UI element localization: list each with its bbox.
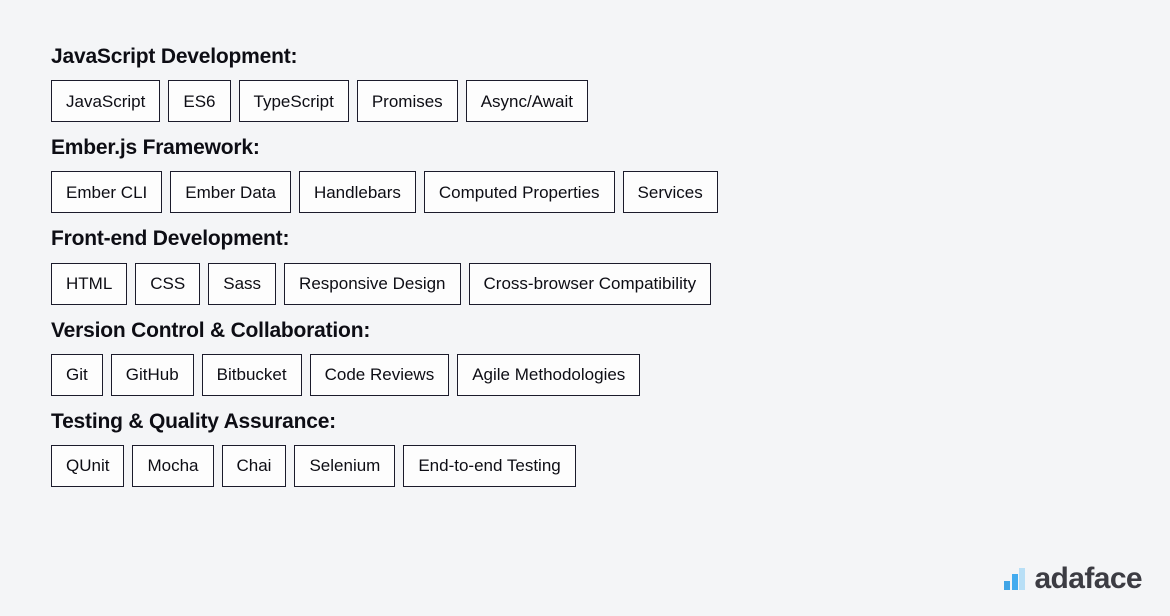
section-heading: Testing & Quality Assurance: bbox=[51, 409, 336, 433]
skill-chip-row: QUnit Mocha Chai Selenium End-to-end Testing bbox=[51, 444, 1150, 487]
bar-chart-bar-3 bbox=[1019, 568, 1026, 590]
bar-chart-bar-1 bbox=[1004, 581, 1011, 590]
bar-chart-icon bbox=[1004, 568, 1026, 590]
bar-chart-bar-2 bbox=[1011, 574, 1018, 590]
skill-chip: GitHub bbox=[110, 353, 194, 396]
skills-board: JavaScript Development: JavaScript ES6 Type… bbox=[51, 44, 1150, 487]
skill-chip-row: Ember CLI Ember Data Handlebars Computed Pr… bbox=[51, 171, 1150, 214]
adaface-logo: adaface bbox=[1004, 562, 1143, 595]
section-heading: Front-end Development: bbox=[51, 227, 290, 251]
brand-wordmark: adaface bbox=[1034, 562, 1142, 595]
skill-chip: Handlebars bbox=[298, 171, 416, 214]
skill-chip: Agile Methodologies bbox=[457, 353, 641, 396]
skill-chip: Git bbox=[51, 353, 103, 396]
skill-chip: CSS bbox=[135, 262, 201, 305]
skill-chip: Async/Await bbox=[465, 80, 588, 123]
skill-chip: Ember Data bbox=[170, 171, 291, 214]
skill-section: JavaScript Development: JavaScript ES6 Type… bbox=[51, 44, 1150, 123]
skill-chip: QUnit bbox=[51, 444, 125, 487]
skill-section: Front-end Development: HTML CSS Sass Respons… bbox=[51, 226, 1150, 305]
skill-chip: Services bbox=[622, 171, 718, 214]
skill-chip: Selenium bbox=[294, 444, 396, 487]
section-heading: Ember.js Framework: bbox=[51, 136, 260, 160]
skill-section: Testing & Quality Assurance: QUnit Mocha Ch… bbox=[51, 409, 1150, 487]
skill-chip: Code Reviews bbox=[309, 353, 450, 396]
skill-chip: Chai bbox=[221, 444, 287, 487]
skill-chip-row: HTML CSS Sass Responsive Design Cross-browse… bbox=[51, 262, 1150, 305]
skill-chip: Bitbucket bbox=[201, 353, 302, 396]
skill-chip: TypeScript bbox=[238, 80, 349, 123]
skill-chip: Computed Properties bbox=[423, 171, 615, 214]
skill-chip: Mocha bbox=[132, 444, 214, 487]
skill-section: Ember.js Framework: Ember CLI Ember Data Ha… bbox=[51, 135, 1150, 214]
skill-chip: Responsive Design bbox=[284, 262, 461, 305]
skill-section: Version Control & Collaboration: Git GitHu… bbox=[51, 318, 1150, 396]
skill-chip: Promises bbox=[356, 80, 458, 123]
skill-chip: Ember CLI bbox=[51, 171, 163, 214]
skill-chip: Cross-browser Compatibility bbox=[468, 262, 712, 305]
skill-chip-row: Git GitHub Bitbucket Code Reviews Agile Meth… bbox=[51, 353, 1150, 396]
skill-chip: JavaScript bbox=[51, 80, 161, 123]
skill-chip-row: JavaScript ES6 TypeScript Promises Async/Awa… bbox=[51, 80, 1150, 123]
skill-chip: End-to-end Testing bbox=[403, 444, 576, 487]
section-heading: JavaScript Development: bbox=[51, 45, 298, 68]
skill-chip: ES6 bbox=[168, 80, 231, 123]
skill-chip: HTML bbox=[51, 262, 128, 305]
section-heading: Version Control & Collaboration: bbox=[51, 318, 371, 342]
skill-chip: Sass bbox=[208, 262, 277, 305]
